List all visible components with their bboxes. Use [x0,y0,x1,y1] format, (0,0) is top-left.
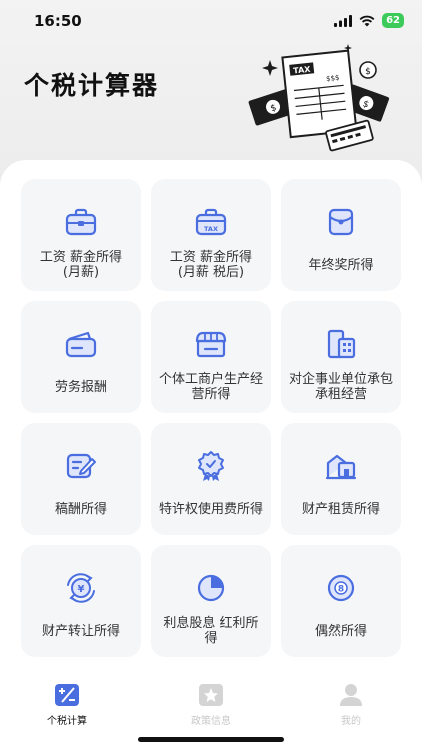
card-contract-lease[interactable]: 对企事业单位承包 承租经营 [281,301,401,413]
card-individual-business[interactable]: 个体工商户生产经营所得 [151,301,271,413]
status-time: 16:50 [34,12,82,30]
card-label: 工资 薪金所得 (月薪 税后) [169,250,253,280]
wallet-icon [64,327,98,361]
card-label: 财产转让所得 [41,623,120,639]
card-interest-dividends[interactable]: 利息股息 红利所得 [151,545,271,657]
card-label: 稿酬所得 [54,501,107,517]
income-type-grid: 工资 薪金所得 (月薪) TAX 工资 薪金所得 (月薪 税后) 年终奖所得 劳… [21,179,401,657]
main-content: 工资 薪金所得 (月薪) TAX 工资 薪金所得 (月薪 税后) 年终奖所得 劳… [0,160,422,680]
card-labor-remuneration[interactable]: 劳务报酬 [21,301,141,413]
card-label: 年终奖所得 [308,257,374,273]
svg-text:TAX: TAX [293,65,312,76]
tab-tax-calculator[interactable]: 个税计算 [22,682,112,727]
card-property-lease[interactable]: 财产租赁所得 [281,423,401,535]
tab-mine[interactable]: 我的 [306,682,396,727]
card-label: 利息股息 红利所得 [163,616,259,646]
tab-label: 我的 [341,716,361,727]
tab-label: 个税计算 [47,716,87,727]
svg-text:TAX: TAX [204,225,218,233]
svg-text:8: 8 [338,585,344,595]
svg-text:$$$: $$$ [326,74,340,83]
card-label: 工资 薪金所得 (月薪) [39,250,123,280]
card-label: 偶然所得 [314,623,367,639]
yuan-transfer-icon: ¥ [64,571,98,605]
tax-briefcase-icon: TAX [194,205,228,239]
building-icon [324,327,358,361]
tax-illustration: $ $ TAX $$$ $ [248,44,390,152]
card-label: 特许权使用费所得 [159,501,264,517]
house-icon [324,449,358,483]
tab-label: 政策信息 [191,716,231,727]
card-author-remuneration[interactable]: 稿酬所得 [21,423,141,535]
svg-text:¥: ¥ [78,584,85,595]
status-icons: 62 [334,13,404,28]
card-label: 对企事业单位承包 承租经营 [289,372,394,402]
card-salary-after-tax[interactable]: TAX 工资 薪金所得 (月薪 税后) [151,179,271,291]
status-bar: 16:50 62 [0,0,422,44]
page-title: 个税计算器 [24,71,160,100]
user-icon [337,682,365,708]
tab-policy-info[interactable]: 政策信息 [166,682,256,727]
star-icon [197,682,225,708]
pie-chart-icon [194,571,228,605]
card-salary-monthly[interactable]: 工资 薪金所得 (月薪) [21,179,141,291]
card-property-transfer[interactable]: ¥ 财产转让所得 [21,545,141,657]
card-incidental-income[interactable]: 8 偶然所得 [281,545,401,657]
red-envelope-icon [324,205,358,239]
badge-icon [194,449,228,483]
card-label: 财产租赁所得 [301,501,380,517]
wifi-icon [359,15,375,26]
card-label: 劳务报酬 [54,379,107,395]
shop-icon [194,327,228,361]
lottery-ball-icon: 8 [324,571,358,605]
calculator-icon [53,682,81,708]
briefcase-icon [64,205,98,239]
signal-icon [334,14,353,27]
home-indicator [138,737,284,742]
card-label: 个体工商户生产经营所得 [159,372,264,402]
card-royalty[interactable]: 特许权使用费所得 [151,423,271,535]
battery-indicator: 62 [382,13,404,28]
edit-icon [64,449,98,483]
card-year-end-bonus[interactable]: 年终奖所得 [281,179,401,291]
svg-text:$: $ [365,67,371,77]
